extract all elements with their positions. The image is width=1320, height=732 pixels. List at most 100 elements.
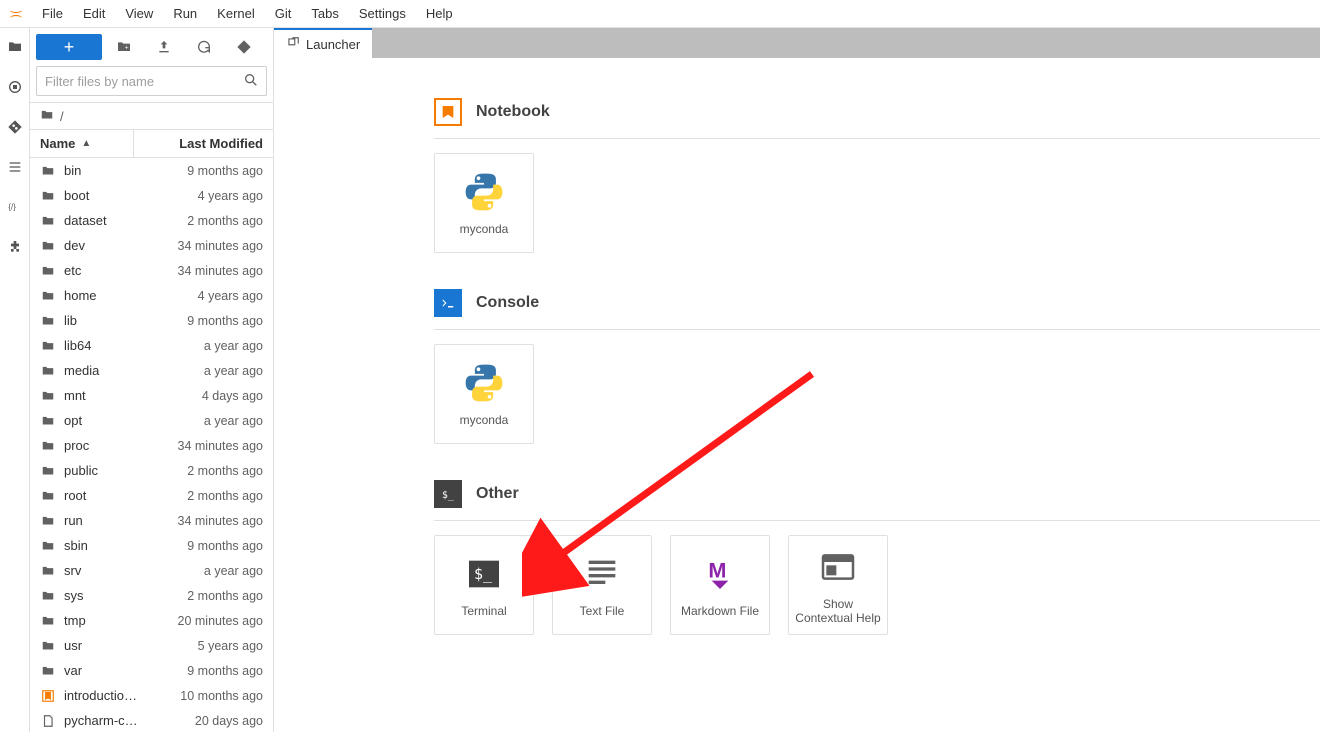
toc-icon[interactable] [6,158,24,176]
file-row[interactable]: sbin9 months ago [30,533,273,558]
file-icon [40,713,56,729]
file-list[interactable]: bin9 months agoboot4 years agodataset2 m… [30,158,273,732]
inspector-icon[interactable]: {/} [6,198,24,216]
file-modified: 10 months ago [148,689,263,703]
folder-icon [40,438,56,454]
file-name: etc [64,263,148,278]
file-name: introductio… [64,688,148,703]
card-label: Text File [580,604,625,618]
folder-icon [40,513,56,529]
file-name: dev [64,238,148,253]
section-console: Console myconda [434,289,1320,444]
file-row[interactable]: root2 months ago [30,483,273,508]
file-modified: 4 years ago [148,189,263,203]
sort-ascending-icon: ▲ [81,138,91,149]
folder-icon [40,413,56,429]
folder-icon[interactable] [6,38,24,56]
file-row[interactable]: bin9 months ago [30,158,273,183]
file-row[interactable]: pycharm-c…20 days ago [30,708,273,732]
menu-help[interactable]: Help [416,2,463,25]
menu-view[interactable]: View [115,2,163,25]
file-browser: + + / Name ▲ Last Modified bi [30,28,274,732]
file-name: bin [64,163,148,178]
console-card-myconda[interactable]: myconda [434,344,534,444]
breadcrumb-path: / [60,109,64,124]
file-row[interactable]: home4 years ago [30,283,273,308]
file-modified: a year ago [148,414,263,428]
file-row[interactable]: tmp20 minutes ago [30,608,273,633]
folder-icon [40,613,56,629]
svg-text:$_: $_ [474,565,493,583]
folder-icon [40,108,54,125]
tab-launcher[interactable]: Launcher [274,28,372,58]
file-row[interactable]: lib64a year ago [30,333,273,358]
other-card-textfile[interactable]: Text File [552,535,652,635]
file-modified: 2 months ago [148,464,263,478]
main-area: Launcher Notebook [274,28,1320,732]
file-row[interactable]: proc34 minutes ago [30,433,273,458]
filter-input[interactable] [36,66,267,96]
markdown-icon: M [698,552,742,596]
file-row[interactable]: dataset2 months ago [30,208,273,233]
file-row[interactable]: etc34 minutes ago [30,258,273,283]
file-modified: a year ago [148,564,263,578]
column-modified-header[interactable]: Last Modified [134,136,273,151]
other-card-terminal[interactable]: $_ Terminal [434,535,534,635]
folder-icon [40,213,56,229]
file-name: srv [64,563,148,578]
file-name: opt [64,413,148,428]
other-card-contextual-help[interactable]: Show Contextual Help [788,535,888,635]
file-modified: 4 days ago [148,389,263,403]
folder-icon [40,338,56,354]
refresh-button[interactable] [186,34,222,60]
file-name: media [64,363,148,378]
menu-kernel[interactable]: Kernel [207,2,265,25]
menu-run[interactable]: Run [163,2,207,25]
file-row[interactable]: lib9 months ago [30,308,273,333]
file-name: dataset [64,213,148,228]
menu-settings[interactable]: Settings [349,2,416,25]
card-label: myconda [460,413,509,427]
new-folder-button[interactable]: + [106,34,142,60]
file-row[interactable]: opta year ago [30,408,273,433]
extension-icon[interactable] [6,238,24,256]
file-row[interactable]: boot4 years ago [30,183,273,208]
file-row[interactable]: var9 months ago [30,658,273,683]
file-row[interactable]: public2 months ago [30,458,273,483]
other-card-markdown[interactable]: M Markdown File [670,535,770,635]
menu-tabs[interactable]: Tabs [301,2,348,25]
folder-icon [40,238,56,254]
notebook-card-myconda[interactable]: myconda [434,153,534,253]
python-icon [462,361,506,405]
notebook-icon [40,688,56,704]
file-name: sbin [64,538,148,553]
svg-text:+: + [125,45,129,52]
breadcrumb[interactable]: / [30,102,273,130]
new-launcher-button[interactable]: + [36,34,102,60]
column-name-header[interactable]: Name ▲ [30,130,134,157]
file-row[interactable]: srva year ago [30,558,273,583]
file-row[interactable]: mediaa year ago [30,358,273,383]
file-row[interactable]: run34 minutes ago [30,508,273,533]
file-row[interactable]: dev34 minutes ago [30,233,273,258]
menu-file[interactable]: File [32,2,73,25]
file-row[interactable]: sys2 months ago [30,583,273,608]
running-icon[interactable] [6,78,24,96]
menu-edit[interactable]: Edit [73,2,115,25]
section-title: Other [476,485,519,503]
menu-git[interactable]: Git [265,2,302,25]
folder-icon [40,588,56,604]
folder-icon [40,563,56,579]
text-file-icon [580,552,624,596]
git-clone-button[interactable] [226,34,262,60]
file-name: var [64,663,148,678]
git-icon[interactable] [6,118,24,136]
file-row[interactable]: mnt4 days ago [30,383,273,408]
file-row[interactable]: introductio…10 months ago [30,683,273,708]
upload-button[interactable] [146,34,182,60]
file-modified: 20 minutes ago [148,614,263,628]
card-label: Show Contextual Help [793,597,883,626]
contextual-help-icon [816,545,860,589]
file-row[interactable]: usr5 years ago [30,633,273,658]
menu-bar: File Edit View Run Kernel Git Tabs Setti… [0,0,1320,28]
